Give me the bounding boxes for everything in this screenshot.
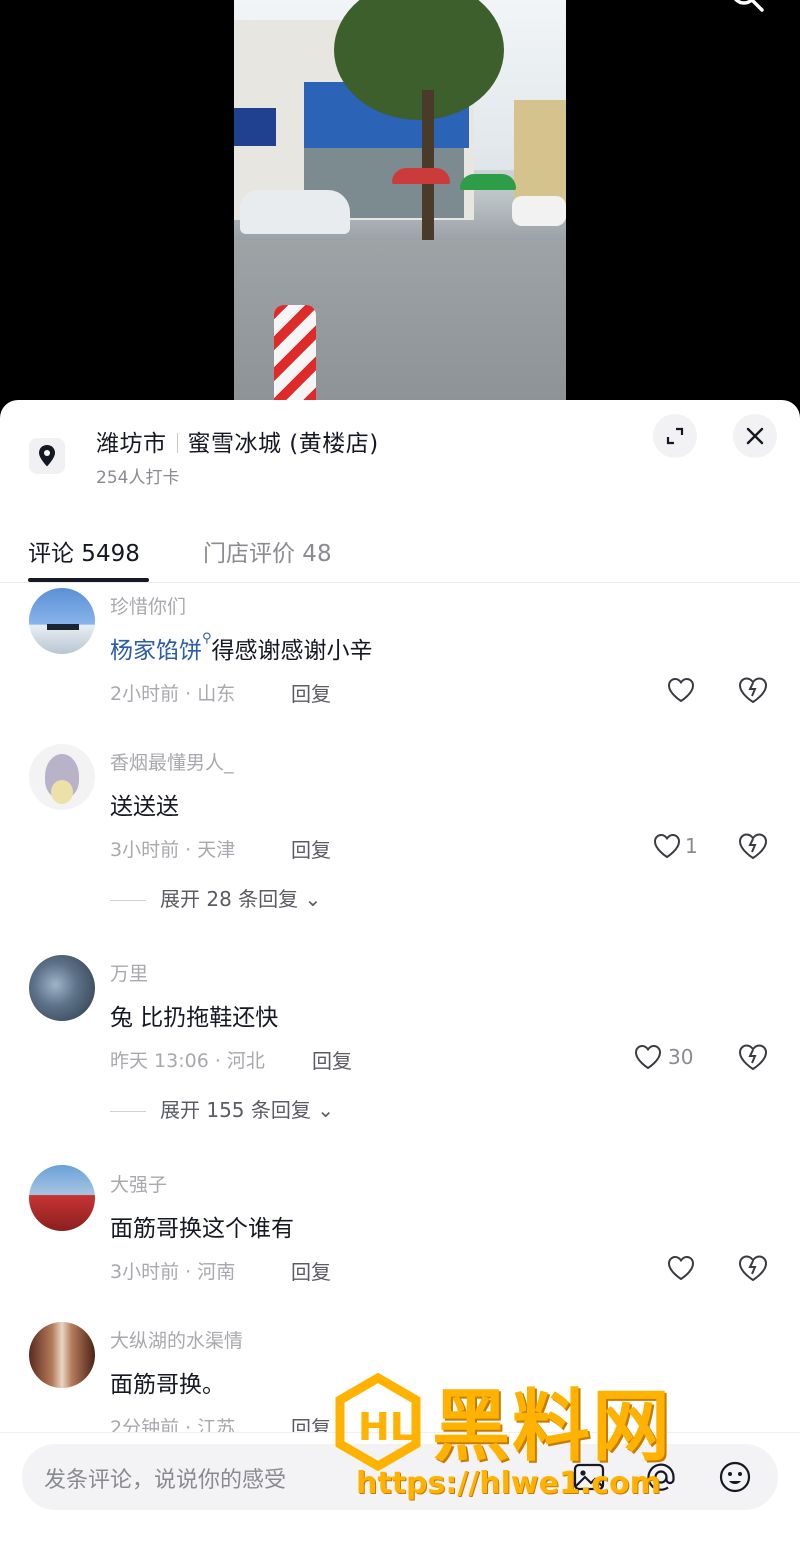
emoji-icon[interactable] bbox=[716, 1458, 754, 1496]
comment-username[interactable]: 香烟最懂男人_ bbox=[110, 748, 234, 775]
comment-time-location: 3小时前 · 河南 bbox=[110, 1261, 236, 1283]
watermark-brand: 黑料网 bbox=[432, 1382, 673, 1472]
reply-button[interactable]: 回复 bbox=[291, 834, 331, 863]
like-heart-icon[interactable] bbox=[652, 832, 682, 860]
comment-username[interactable]: 大强子 bbox=[110, 1170, 167, 1197]
expand-icon bbox=[666, 427, 684, 445]
avatar[interactable] bbox=[29, 1322, 95, 1388]
avatar[interactable] bbox=[29, 744, 95, 810]
close-button[interactable] bbox=[733, 414, 777, 458]
comment-username[interactable]: 珍惜你们 bbox=[110, 592, 186, 619]
comment-text: 送送送 bbox=[110, 794, 179, 820]
tab-comments[interactable]: 评论 5498 bbox=[28, 534, 140, 568]
comment-text: 杨家馅饼⚲得感谢感谢小辛 bbox=[110, 631, 373, 664]
dislike-icon[interactable] bbox=[737, 831, 769, 861]
avatar[interactable] bbox=[29, 955, 95, 1021]
like-heart-icon[interactable] bbox=[666, 1254, 696, 1282]
reply-button[interactable]: 回复 bbox=[312, 1045, 352, 1074]
location-pin-icon bbox=[29, 438, 65, 474]
close-icon bbox=[746, 427, 764, 445]
reply-button[interactable]: 回复 bbox=[291, 678, 331, 707]
expand-replies-button[interactable]: 展开 155 条回复 ⌄ bbox=[110, 1094, 334, 1123]
avatar[interactable] bbox=[29, 1165, 95, 1231]
comment-time-location: 昨天 13:06 · 河北 bbox=[110, 1050, 265, 1072]
reply-button[interactable]: 回复 bbox=[291, 1256, 331, 1285]
comment-text: 兔 比扔拖鞋还快 bbox=[110, 1005, 279, 1031]
video-frame[interactable] bbox=[234, 0, 566, 420]
app-root: 潍坊市 蜜雪冰城 (黄楼店) 254人打卡 评论 5498 门店评价 48 珍惜你… bbox=[0, 0, 800, 1554]
mention-link[interactable]: 杨家馅饼 bbox=[110, 638, 202, 664]
video-player[interactable] bbox=[0, 0, 800, 420]
dislike-icon[interactable] bbox=[737, 675, 769, 705]
comment-time-location: 3小时前 · 天津 bbox=[110, 839, 236, 861]
comment-text: 面筋哥换这个谁有 bbox=[110, 1216, 294, 1242]
comment-time-location: 2小时前 · 山东 bbox=[110, 683, 236, 705]
watermark-url: https://hlwe1.com bbox=[356, 1466, 661, 1501]
location-city: 潍坊市 bbox=[96, 431, 167, 457]
comment-input-placeholder: 发条评论，说说你的感受 bbox=[44, 1468, 287, 1493]
tab-divider bbox=[0, 582, 800, 583]
checkin-count: 254人打卡 bbox=[96, 468, 180, 488]
like-count: 30 bbox=[668, 1045, 694, 1069]
comment-text: 面筋哥换。 bbox=[110, 1372, 225, 1398]
tab-store-reviews[interactable]: 门店评价 48 bbox=[203, 534, 332, 568]
location-store: 蜜雪冰城 (黄楼店) bbox=[187, 431, 379, 457]
comment-username[interactable]: 万里 bbox=[110, 959, 148, 986]
chevron-down-icon: ⌄ bbox=[317, 1098, 335, 1122]
expand-replies-button[interactable]: 展开 28 条回复 ⌄ bbox=[110, 883, 321, 912]
dislike-icon[interactable] bbox=[737, 1042, 769, 1072]
like-count: 1 bbox=[685, 834, 698, 858]
location-title[interactable]: 潍坊市 蜜雪冰城 (黄楼店) bbox=[96, 424, 379, 458]
like-heart-icon[interactable] bbox=[633, 1043, 663, 1071]
expand-button[interactable] bbox=[653, 414, 697, 458]
mention-search-icon: ⚲ bbox=[202, 631, 212, 646]
like-heart-icon[interactable] bbox=[666, 676, 696, 704]
chevron-down-icon: ⌄ bbox=[304, 887, 322, 911]
comment-username[interactable]: 大纵湖的水渠情 bbox=[110, 1326, 243, 1353]
dislike-icon[interactable] bbox=[737, 1253, 769, 1283]
search-icon[interactable] bbox=[728, 0, 768, 16]
avatar[interactable] bbox=[29, 588, 95, 654]
title-separator bbox=[176, 433, 178, 453]
